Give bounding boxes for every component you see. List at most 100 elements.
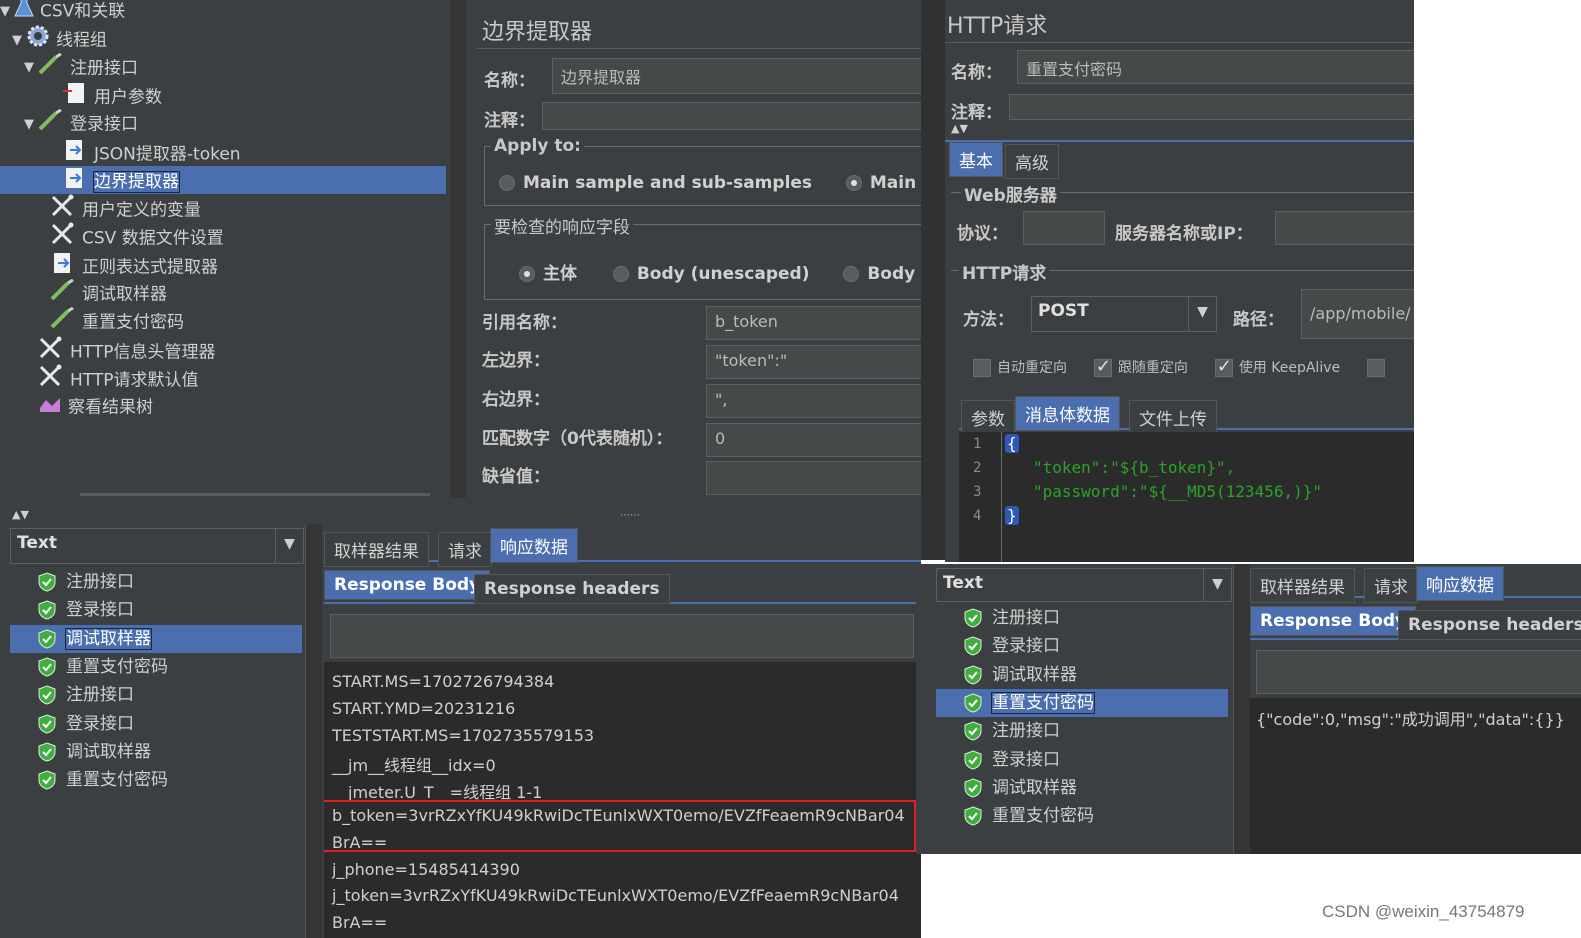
body-code-editor[interactable]: 1 {2 "token":"${b_token}", 3 "password":"$…	[959, 432, 1414, 562]
result-item[interactable]: 调试取样器	[10, 624, 302, 653]
renderer-select-right[interactable]: Text ▼	[936, 568, 1232, 602]
tab-request-right[interactable]: 请求	[1364, 568, 1418, 603]
expand-arrow-icon[interactable]: ▼	[24, 111, 38, 139]
protocol-input[interactable]	[1023, 211, 1105, 245]
tab-sampler-result[interactable]: 取样器结果	[324, 532, 429, 567]
tree-item[interactable]: 用户定义的变量	[0, 194, 446, 222]
tab-basic[interactable]: 基本	[949, 142, 1003, 177]
tab-response-body-right[interactable]: Response Body	[1250, 606, 1417, 636]
result-item-label: 调试取样器	[66, 741, 151, 762]
tree-item[interactable]: 边界提取器	[0, 165, 446, 194]
tab-request[interactable]: 请求	[438, 532, 492, 567]
tree-item-label: 边界提取器	[93, 171, 180, 194]
left-boundary-input[interactable]: "token":"	[706, 345, 921, 379]
apply-to-group: Apply to: Main sample and sub-samples Ma…	[484, 136, 921, 206]
tab-body-data[interactable]: 消息体数据	[1015, 396, 1120, 431]
tree-item[interactable]: JSON提取器-token	[0, 138, 446, 166]
response-line: j_token=3vrRZxYfKU49kRwiDcTEunlxWXT0emo/…	[332, 886, 899, 906]
keepalive-checkbox[interactable]	[1214, 357, 1233, 377]
search-input[interactable]	[330, 614, 914, 658]
result-item[interactable]: 重置支付密码	[936, 688, 1228, 717]
match-number-label: 匹配数字（0代表随机）：	[482, 429, 673, 449]
result-item[interactable]: 登录接口	[10, 596, 302, 624]
apply-main-radio[interactable]	[845, 175, 862, 191]
result-item[interactable]: 调试取样器	[10, 738, 302, 766]
field-body-unescaped-radio[interactable]	[612, 266, 629, 282]
search-input-right[interactable]	[1256, 650, 1581, 694]
field-body-as-radio[interactable]	[843, 266, 860, 282]
method-select[interactable]: POST ▼	[1031, 296, 1217, 332]
pipette-icon	[38, 108, 64, 140]
response-json: {"code":0,"msg":"成功调用","data":{}}	[1256, 710, 1565, 729]
success-shield-icon	[964, 806, 982, 826]
path-input[interactable]: /app/mobile/	[1301, 289, 1414, 339]
expand-arrow-icon[interactable]: ▼	[0, 0, 14, 26]
tree-item[interactable]: ▼ 线程组	[0, 24, 446, 52]
expand-arrow-icon[interactable]: ▼	[24, 54, 38, 82]
tree-item[interactable]: CSV 数据文件设置	[0, 222, 446, 250]
field-body-radio[interactable]	[519, 266, 535, 282]
result-item[interactable]: 调试取样器	[936, 774, 1228, 802]
tab-sampler-result-right[interactable]: 取样器结果	[1250, 568, 1355, 603]
tree-item[interactable]: ▼ 注册接口	[0, 52, 446, 82]
tab-params[interactable]: 参数	[961, 400, 1015, 435]
tab-response-data-right[interactable]: 响应数据	[1416, 566, 1504, 601]
tree-item[interactable]: ▼ 登录接口	[0, 108, 446, 140]
success-shield-icon	[38, 713, 56, 734]
tab-response-headers[interactable]: Response headers	[474, 574, 670, 604]
tab-file-upload[interactable]: 文件上传	[1129, 400, 1217, 435]
tree-scrollbar[interactable]	[80, 493, 430, 496]
tree-item[interactable]: 调试取样器	[0, 278, 446, 310]
result-item[interactable]: 重置支付密码	[10, 653, 302, 681]
http-section-group: HTTP请求 方法： POST ▼ 路径： /app/mobile/ 自动重定向…	[951, 259, 1414, 390]
result-item[interactable]: 重置支付密码	[936, 802, 1228, 830]
response-text-area[interactable]: START.MS=1702726794384 START.YMD=20231216…	[324, 662, 921, 938]
tree-item-label: 重置支付密码	[82, 312, 184, 333]
splitter-vertical-1[interactable]	[450, 0, 466, 498]
collapse-arrows-icon[interactable]: ▲▼	[12, 508, 29, 521]
server-input[interactable]	[1275, 211, 1414, 245]
tree-item[interactable]: 察看结果树	[0, 392, 446, 420]
splitter-grip-icon[interactable]: ⋯⋯	[620, 510, 640, 521]
tab-response-data[interactable]: 响应数据	[490, 528, 578, 563]
tree-item-label: JSON提取器-token	[94, 144, 241, 164]
tree-item[interactable]: 重置支付密码	[0, 307, 446, 335]
http-name-input[interactable]: 重置支付密码	[1017, 50, 1414, 84]
result-item[interactable]: 调试取样器	[936, 661, 1228, 689]
match-number-input[interactable]: 0	[706, 423, 921, 457]
auto-redirect-checkbox[interactable]	[973, 359, 991, 377]
result-item[interactable]: 登录接口	[936, 632, 1228, 660]
collapse-arrows-icon[interactable]: ▲▼	[951, 122, 968, 135]
tree-item[interactable]: 正则表达式提取器	[0, 251, 446, 279]
success-shield-icon	[38, 770, 56, 790]
name-input[interactable]: 边界提取器	[552, 58, 921, 94]
expand-arrow-icon[interactable]: ▼	[12, 27, 26, 55]
result-item[interactable]: 登录接口	[10, 710, 302, 738]
right-boundary-label: 右边界：	[482, 390, 550, 410]
ref-name-input[interactable]: b_token	[706, 306, 921, 340]
comment-input[interactable]	[542, 102, 921, 130]
result-item[interactable]: 注册接口	[936, 604, 1228, 632]
pipette-icon	[50, 278, 76, 310]
follow-redirect-checkbox[interactable]	[1093, 357, 1112, 377]
tree-item[interactable]: 用户参数	[0, 81, 446, 109]
name-label: 名称：	[484, 71, 535, 91]
result-item[interactable]: 登录接口	[936, 746, 1228, 774]
default-value-input[interactable]	[706, 461, 921, 495]
tree-item[interactable]: HTTP信息头管理器	[0, 336, 446, 364]
http-comment-input[interactable]	[1009, 94, 1414, 120]
tab-advanced[interactable]: 高级	[1005, 144, 1059, 179]
tree-item[interactable]: HTTP请求默认值	[0, 364, 446, 392]
renderer-select[interactable]: Text ▼	[10, 528, 304, 564]
tab-response-body[interactable]: Response Body	[324, 570, 491, 600]
result-item[interactable]: 注册接口	[10, 568, 302, 596]
result-item[interactable]: 注册接口	[936, 717, 1228, 745]
apply-main-sub-radio[interactable]	[499, 175, 515, 191]
tree-item[interactable]: ▼ CSV和关联	[0, 0, 446, 24]
result-item[interactable]: 注册接口	[10, 681, 302, 709]
result-item[interactable]: 重置支付密码	[10, 766, 302, 794]
multipart-checkbox[interactable]	[1367, 359, 1386, 377]
tab-response-headers-right[interactable]: Response headers	[1398, 610, 1581, 640]
right-boundary-input[interactable]: ",	[706, 384, 921, 418]
response-text-area-right[interactable]: {"code":0,"msg":"成功调用","data":{}}	[1250, 698, 1581, 854]
